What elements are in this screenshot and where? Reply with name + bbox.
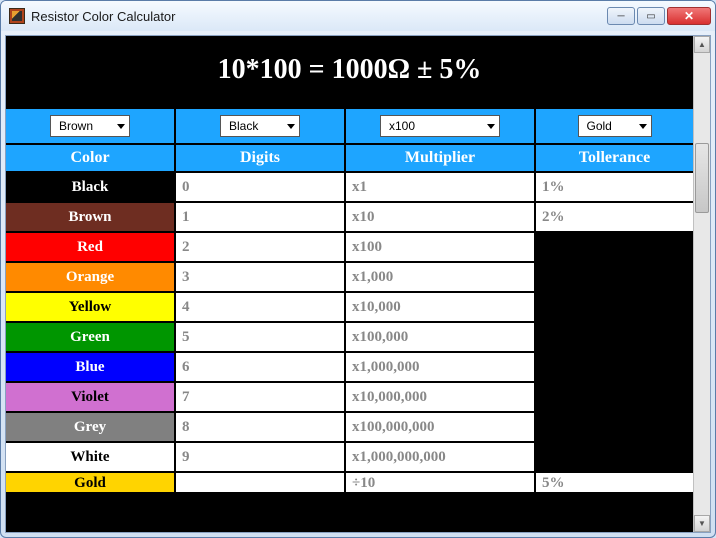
color-cell: White [6,443,176,473]
maximize-button[interactable]: ▭ [637,7,665,25]
tolerance-cell [536,383,693,413]
scroll-down-button[interactable]: ▼ [694,515,710,532]
chevron-down-icon [639,124,647,129]
digits-cell: 4 [176,293,346,323]
chevron-down-icon [287,124,295,129]
digits-cell: 8 [176,413,346,443]
window-title: Resistor Color Calculator [31,9,607,24]
table-row: Yellow4x10,000 [6,293,693,323]
color-cell: Orange [6,263,176,293]
color-cell: Green [6,323,176,353]
header-tolerance: Tollerance [536,143,693,173]
multiplier-cell: x1,000,000,000 [346,443,536,473]
selectors-row: Brown Black x100 [6,106,693,143]
table-headers: Color Digits Multiplier Tollerance [6,143,693,173]
multiplier-cell: x10 [346,203,536,233]
band1-value: Brown [59,119,93,133]
tolerance-select[interactable]: Gold [578,115,652,137]
multiplier-cell: x10,000,000 [346,383,536,413]
app-window: Resistor Color Calculator ─ ▭ ✕ 10*100 =… [0,0,716,538]
tolerance-cell [536,413,693,443]
chevron-down-icon [487,124,495,129]
tolerance-cell [536,233,693,263]
color-cell: Grey [6,413,176,443]
multiplier-cell: x10,000 [346,293,536,323]
result-text: 10*100 = 1000Ω ± 5% [6,36,693,106]
table-row: Green5x100,000 [6,323,693,353]
header-color: Color [6,143,176,173]
table-body: Black0x11%Brown1x102%Red2x100Orange3x1,0… [6,173,693,532]
minimize-button[interactable]: ─ [607,7,635,25]
scroll-thumb[interactable] [695,143,709,213]
digits-cell: 3 [176,263,346,293]
vertical-scrollbar[interactable]: ▲ ▼ [693,36,710,532]
tolerance-value: Gold [587,119,612,133]
table-row: Orange3x1,000 [6,263,693,293]
color-cell: Red [6,233,176,263]
color-cell: Blue [6,353,176,383]
titlebar[interactable]: Resistor Color Calculator ─ ▭ ✕ [1,1,715,31]
digits-cell: 1 [176,203,346,233]
close-button[interactable]: ✕ [667,7,711,25]
tolerance-cell [536,353,693,383]
table-row: Grey8x100,000,000 [6,413,693,443]
multiplier-select[interactable]: x100 [380,115,500,137]
tolerance-cell [536,323,693,353]
multiplier-value: x100 [389,119,415,133]
tolerance-cell [536,293,693,323]
scroll-track[interactable] [694,53,710,515]
digits-cell: 9 [176,443,346,473]
multiplier-cell: x1,000,000 [346,353,536,383]
table-row: Black0x11% [6,173,693,203]
tolerance-cell [536,263,693,293]
tolerance-cell: 2% [536,203,693,233]
digits-cell: 2 [176,233,346,263]
table-row: Brown1x102% [6,203,693,233]
app-icon [9,8,25,24]
multiplier-cell: x100 [346,233,536,263]
chevron-down-icon [117,124,125,129]
tolerance-cell: 5% [536,473,693,494]
color-cell: Violet [6,383,176,413]
digits-cell [176,473,346,494]
tolerance-cell [536,443,693,473]
scroll-up-button[interactable]: ▲ [694,36,710,53]
multiplier-cell: ÷10 [346,473,536,494]
multiplier-cell: x100,000,000 [346,413,536,443]
color-cell: Black [6,173,176,203]
header-digits: Digits [176,143,346,173]
table-row: Violet7x10,000,000 [6,383,693,413]
band2-value: Black [229,119,258,133]
table-row: Gold ÷105% [6,473,693,491]
color-cell: Gold [6,473,176,494]
digits-cell: 7 [176,383,346,413]
digits-cell: 5 [176,323,346,353]
digits-cell: 0 [176,173,346,203]
multiplier-cell: x100,000 [346,323,536,353]
multiplier-cell: x1 [346,173,536,203]
header-multiplier: Multiplier [346,143,536,173]
color-cell: Yellow [6,293,176,323]
table-row: Blue6x1,000,000 [6,353,693,383]
band1-select[interactable]: Brown [50,115,130,137]
table-row: Red2x100 [6,233,693,263]
digits-cell: 6 [176,353,346,383]
band2-select[interactable]: Black [220,115,300,137]
multiplier-cell: x1,000 [346,263,536,293]
color-cell: Brown [6,203,176,233]
table-row: White9x1,000,000,000 [6,443,693,473]
tolerance-cell: 1% [536,173,693,203]
client-area: 10*100 = 1000Ω ± 5% Brown Black [5,35,711,533]
